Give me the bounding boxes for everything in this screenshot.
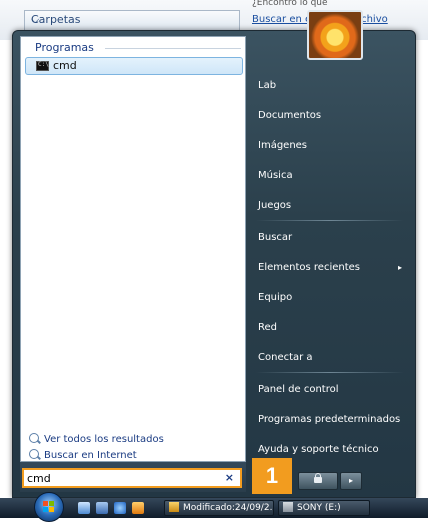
lock-icon (314, 473, 322, 483)
media-player-icon[interactable] (132, 502, 144, 514)
folders-dropdown[interactable]: Carpetas ⌵ (24, 10, 240, 32)
internet-explorer-icon[interactable] (114, 502, 126, 514)
start-search-input[interactable] (27, 470, 217, 486)
command-prompt-icon (36, 61, 49, 71)
right-item-games[interactable]: Juegos (258, 200, 291, 211)
search-internet-link[interactable]: Buscar en Internet (29, 449, 137, 461)
right-item-connect-to[interactable]: Conectar a (258, 352, 313, 363)
taskbar-task-sony[interactable]: SONY (E:) (278, 500, 370, 516)
chevron-down-icon: ⌵ (31, 13, 40, 26)
search-icon (29, 433, 39, 443)
lock-button[interactable] (298, 472, 338, 490)
search-area: × (20, 462, 246, 492)
right-item-documents[interactable]: Documentos (258, 110, 321, 121)
drive-icon (283, 502, 293, 512)
program-item-cmd[interactable]: cmd (25, 57, 243, 75)
right-item-control-panel[interactable]: Panel de control (258, 384, 339, 395)
arrow-right-icon: ▸ (348, 476, 353, 485)
right-item-pictures[interactable]: Imágenes (258, 140, 307, 151)
taskbar: Modificado:24/09/2... SONY (E:) (0, 492, 428, 522)
right-item-network[interactable]: Red (258, 322, 277, 333)
task-label: SONY (E:) (297, 503, 341, 513)
search-results-pane: Programas cmd Ver todos los resultados B… (20, 36, 246, 462)
submenu-arrow-icon: ▸ (397, 263, 402, 272)
right-item-default-programs[interactable]: Programas predeterminados (258, 414, 400, 425)
step-badge: 1 (252, 458, 292, 494)
user-avatar[interactable] (307, 10, 363, 60)
task-label: Modificado:24/09/2... (183, 503, 274, 513)
clear-search-icon[interactable]: × (225, 471, 234, 484)
search-internet-label: Buscar en Internet (44, 450, 137, 461)
folder-icon (169, 502, 179, 512)
right-item-music[interactable]: Música (258, 170, 293, 181)
divider (256, 220, 404, 221)
show-desktop-icon[interactable] (78, 502, 90, 514)
programs-divider (105, 48, 241, 49)
power-options-button[interactable]: ▸ (340, 472, 362, 490)
right-item-recent-items[interactable]: Elementos recientes (258, 262, 360, 273)
search-icon (29, 449, 39, 459)
programs-header: Programas (35, 41, 94, 54)
divider (256, 372, 404, 373)
see-all-results-label: Ver todos los resultados (44, 434, 164, 445)
right-item-help-support[interactable]: Ayuda y soporte técnico (258, 444, 379, 455)
program-item-label: cmd (53, 59, 77, 72)
hint-text: ¿Encontró lo que (252, 0, 328, 8)
start-search-box[interactable]: × (22, 468, 242, 488)
right-item-search[interactable]: Buscar (258, 232, 292, 243)
right-column: Lab Documentos Imágenes Música Juegos Bu… (252, 10, 412, 462)
right-item-computer[interactable]: Equipo (258, 292, 292, 303)
right-item-lab[interactable]: Lab (258, 80, 276, 91)
switch-windows-icon[interactable] (96, 502, 108, 514)
see-all-results-link[interactable]: Ver todos los resultados (29, 433, 164, 445)
taskbar-task-modified[interactable]: Modificado:24/09/2... (164, 500, 274, 516)
